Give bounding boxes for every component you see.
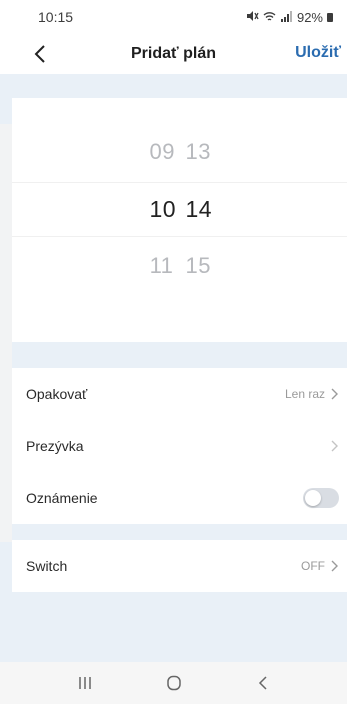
switch-label: Switch <box>26 558 68 574</box>
chevron-right-icon <box>329 439 339 453</box>
header: Pridať plán Uložiť <box>0 34 347 74</box>
switch-card: Switch OFF <box>12 540 347 592</box>
recent-apps-icon <box>78 677 91 689</box>
status-time: 10:15 <box>38 9 74 25</box>
switch-value: OFF <box>301 559 325 573</box>
picker-hour: 10 <box>149 195 177 222</box>
recent-apps-button[interactable] <box>65 668 105 698</box>
picker-minute: 14 <box>185 195 213 222</box>
settings-list: Opakovať Len raz Prezývka Oznámenie <box>12 368 347 524</box>
picker-hour: 11 <box>149 253 174 278</box>
repeat-value: Len raz <box>284 387 325 401</box>
nav-back-button[interactable] <box>243 668 283 698</box>
picker-row-selected[interactable]: 10 14 <box>12 189 347 229</box>
nickname-label: Prezývka <box>26 438 84 454</box>
notification-toggle[interactable] <box>303 488 339 508</box>
repeat-row[interactable]: Opakovať Len raz <box>12 368 347 420</box>
nickname-value-group <box>325 439 339 453</box>
back-button[interactable] <box>26 40 54 68</box>
screen: 10:15 92% Pridať plán Uložiť 09 13 10 14… <box>0 0 347 704</box>
toggle-knob <box>305 490 321 506</box>
system-nav-bar <box>0 662 347 704</box>
chevron-right-icon <box>329 559 339 573</box>
mute-icon <box>246 10 259 25</box>
background-panel-edge <box>0 124 12 542</box>
chevron-right-icon <box>329 387 339 401</box>
repeat-value-group: Len raz <box>285 387 339 401</box>
picker-hour: 09 <box>149 139 175 164</box>
nickname-row[interactable]: Prezývka <box>12 420 347 472</box>
home-button[interactable] <box>154 668 194 698</box>
battery-icon <box>327 12 333 22</box>
back-icon <box>258 676 267 690</box>
notification-row: Oznámenie <box>12 472 347 524</box>
home-icon <box>166 675 181 691</box>
status-icons: 92% <box>246 10 333 25</box>
page-title: Pridať plán <box>130 45 216 62</box>
save-button[interactable]: Uložiť <box>295 44 341 62</box>
picker-divider <box>12 182 347 183</box>
repeat-label: Opakovať <box>26 386 88 402</box>
time-picker[interactable]: 09 13 10 14 11 15 <box>12 98 347 342</box>
signal-icon <box>280 10 293 25</box>
picker-row[interactable]: 11 15 <box>12 246 347 286</box>
picker-minute: 15 <box>185 253 211 278</box>
status-bar: 10:15 92% <box>0 0 347 34</box>
switch-value-group: OFF <box>301 559 339 573</box>
picker-divider <box>12 236 347 237</box>
notification-label: Oznámenie <box>26 490 98 506</box>
picker-minute: 13 <box>185 139 211 164</box>
battery-percent: 92% <box>296 9 323 25</box>
wifi-icon <box>263 10 276 25</box>
switch-row[interactable]: Switch OFF <box>12 540 347 592</box>
chevron-left-icon <box>34 45 45 63</box>
picker-row[interactable]: 09 13 <box>12 132 347 172</box>
schedule-panel: 09 13 10 14 11 15 Opakovať Len raz Prezý… <box>12 74 347 662</box>
